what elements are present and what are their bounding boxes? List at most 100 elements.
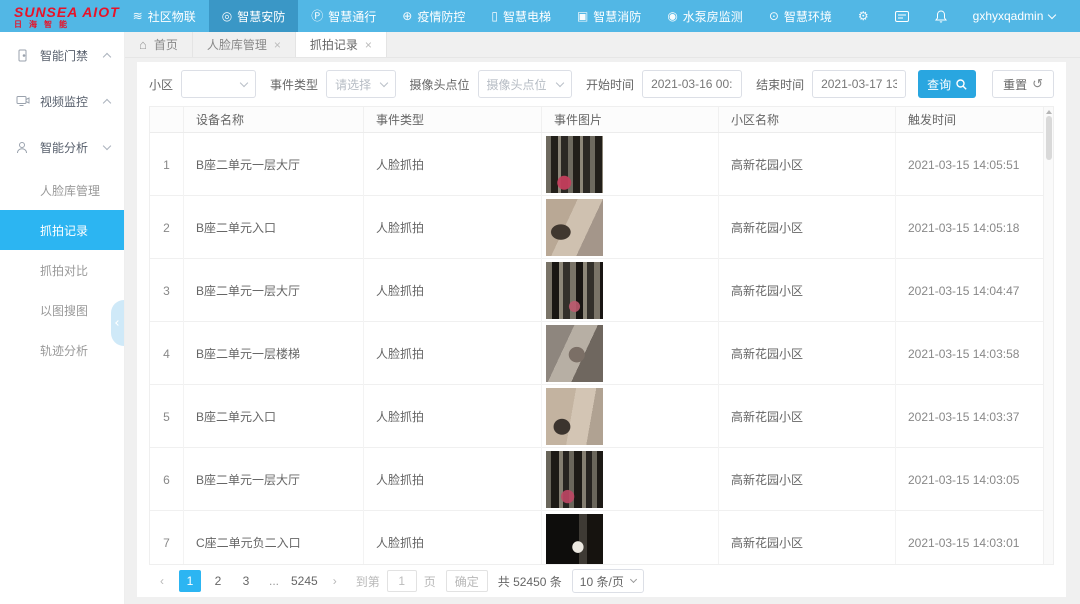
camera-select[interactable]: 摄像头点位	[478, 70, 573, 98]
nav-item-label: 智慧消防	[593, 8, 641, 25]
cell-trigger-time: 2021-03-15 14:03:37	[896, 385, 1053, 448]
query-button[interactable]: 查询	[918, 70, 976, 98]
query-button-label: 查询	[927, 76, 951, 93]
chevron-down-icon	[379, 78, 387, 86]
page-size-select[interactable]: 10 条/页	[572, 569, 644, 593]
chevron-down-icon	[630, 576, 637, 583]
capture-records-table: 设备名称 事件类型 事件图片 小区名称 触发时间 1 B座二单元一层大厅 人脸抓…	[149, 106, 1054, 565]
tab-label: 抓拍记录	[310, 36, 358, 53]
cell-trigger-time: 2021-03-15 14:05:51	[896, 133, 1053, 196]
collapse-arrow-icon	[115, 320, 121, 326]
cell-event-type: 人脸抓拍	[364, 196, 542, 259]
table-row[interactable]: 2 B座二单元入口 人脸抓拍 高新花园小区 2021-03-15 14:05:1…	[150, 196, 1053, 259]
page-button-1[interactable]: 1	[179, 570, 201, 592]
next-page-icon[interactable]: ›	[324, 570, 346, 592]
page-size-value: 10 条/页	[580, 573, 624, 590]
capture-snapshot[interactable]	[546, 325, 603, 382]
table-row[interactable]: 5 B座二单元入口 人脸抓拍 高新花园小区 2021-03-15 14:03:3…	[150, 385, 1053, 448]
end-time-label: 结束时间	[756, 76, 804, 93]
table-row[interactable]: 7 C座二单元负二入口 人脸抓拍 高新花园小区 2021-03-15 14:03…	[150, 511, 1053, 564]
nav-item-label: 智慧环境	[784, 8, 832, 25]
smart-access-icon: Ⓟ	[311, 10, 323, 22]
sidebar-collapse-handle[interactable]	[111, 300, 124, 346]
nav-item-community-iot[interactable]: ≋ 社区物联	[120, 0, 209, 32]
sidebar-group-video-monitor[interactable]: 视频监控	[0, 78, 124, 124]
goto-page-input[interactable]	[387, 570, 417, 592]
nav-item-smart-fire[interactable]: ▣ 智慧消防	[564, 0, 654, 32]
chevron-up-icon	[103, 98, 111, 106]
notification-bell-icon[interactable]	[922, 0, 960, 32]
page-button-2[interactable]: 2	[207, 570, 229, 592]
reset-button[interactable]: 重置 ↺	[992, 70, 1054, 98]
nav-item-smart-elevator[interactable]: ▯ 智慧电梯	[478, 0, 564, 32]
cell-community-name: 高新花园小区	[719, 196, 896, 259]
sidebar-group-label: 智能分析	[40, 139, 104, 156]
cell-event-image	[542, 196, 719, 259]
header-index	[150, 107, 184, 132]
capture-snapshot[interactable]	[546, 451, 603, 508]
event-type-filter-label: 事件类型	[270, 76, 318, 93]
end-time-input[interactable]	[812, 70, 906, 98]
nav-item-pump-room-monitor[interactable]: ◉ 水泵房监测	[654, 0, 756, 32]
table-row[interactable]: 1 B座二单元一层大厅 人脸抓拍 高新花园小区 2021-03-15 14:05…	[150, 133, 1053, 196]
nav-item-smart-security[interactable]: ◎ 智慧安防	[209, 0, 299, 32]
start-time-input[interactable]	[642, 70, 742, 98]
brand-subtitle: 日海智能	[14, 19, 120, 30]
scrollbar-thumb[interactable]	[1046, 116, 1052, 160]
cell-event-image	[542, 511, 719, 564]
tab-close-icon[interactable]: ×	[365, 38, 372, 52]
table-row[interactable]: 6 B座二单元一层大厅 人脸抓拍 高新花园小区 2021-03-15 14:03…	[150, 448, 1053, 511]
goto-confirm-button[interactable]: 确定	[446, 570, 488, 592]
tab-face-library[interactable]: 人脸库管理 ×	[193, 32, 296, 57]
tab-capture-records[interactable]: 抓拍记录 ×	[296, 32, 387, 57]
capture-snapshot[interactable]	[546, 388, 603, 445]
fullscreen-icon[interactable]	[1068, 0, 1080, 32]
cell-event-type: 人脸抓拍	[364, 133, 542, 196]
door-access-icon	[16, 49, 32, 62]
settings-gear-icon[interactable]: ⚙	[845, 0, 882, 32]
table-row[interactable]: 3 B座二单元一层大厅 人脸抓拍 高新花园小区 2021-03-15 14:04…	[150, 259, 1053, 322]
message-card-icon[interactable]	[882, 0, 922, 32]
capture-snapshot[interactable]	[546, 199, 603, 256]
main-area: ⌂ 首页 人脸库管理 × 抓拍记录 × 小区	[125, 32, 1080, 604]
prev-page-icon[interactable]: ‹	[151, 570, 173, 592]
sidebar-group-smart-analysis[interactable]: 智能分析	[0, 124, 124, 170]
sidebar-item-capture-records[interactable]: 抓拍记录	[0, 210, 124, 250]
user-menu[interactable]: gxhyxqadmin	[960, 9, 1069, 23]
row-index: 4	[150, 322, 184, 385]
sidebar-item-face-library[interactable]: 人脸库管理	[0, 170, 124, 210]
cell-device-name: B座二单元一层大厅	[184, 259, 364, 322]
cell-device-name: B座二单元一层大厅	[184, 133, 364, 196]
smart-environment-icon: ⊙	[769, 10, 779, 22]
table-scrollbar[interactable]	[1043, 107, 1053, 564]
capture-snapshot[interactable]	[546, 514, 603, 564]
capture-snapshot[interactable]	[546, 262, 603, 319]
page-ellipsis: ...	[263, 570, 285, 592]
community-iot-icon: ≋	[133, 10, 143, 22]
table-row[interactable]: 4 B座二单元一层楼梯 人脸抓拍 高新花园小区 2021-03-15 14:03…	[150, 322, 1053, 385]
page-button-last[interactable]: 5245	[291, 570, 318, 592]
nav-item-smart-access[interactable]: Ⓟ 智慧通行	[298, 0, 389, 32]
tab-home[interactable]: ⌂ 首页	[125, 32, 193, 57]
page-button-3[interactable]: 3	[235, 570, 257, 592]
search-icon	[956, 79, 967, 90]
sidebar-group-label: 智能门禁	[40, 47, 104, 64]
scrollbar-up-arrow-icon[interactable]	[1046, 110, 1052, 114]
sidebar-item-image-search[interactable]: 以图搜图	[0, 290, 124, 330]
nav-item-label: 疫情防控	[417, 8, 465, 25]
cell-community-name: 高新花园小区	[719, 511, 896, 564]
cell-device-name: B座二单元入口	[184, 385, 364, 448]
nav-item-label: 智慧电梯	[503, 8, 551, 25]
sidebar-item-track-analysis[interactable]: 轨迹分析	[0, 330, 124, 370]
nav-item-epidemic-control[interactable]: ⊕ 疫情防控	[389, 0, 478, 32]
sidebar-item-capture-compare[interactable]: 抓拍对比	[0, 250, 124, 290]
community-select[interactable]	[181, 70, 256, 98]
nav-item-smart-environment[interactable]: ⊙ 智慧环境	[756, 0, 845, 32]
home-icon: ⌂	[139, 37, 147, 52]
goto-page-label: 到第	[356, 573, 380, 590]
event-type-select[interactable]: 请选择	[326, 70, 395, 98]
sidebar-submenu: 人脸库管理 抓拍记录 抓拍对比 以图搜图 轨迹分析	[0, 170, 124, 370]
tab-close-icon[interactable]: ×	[274, 38, 281, 52]
capture-snapshot[interactable]	[546, 136, 603, 193]
sidebar-group-door-access[interactable]: 智能门禁	[0, 32, 124, 78]
